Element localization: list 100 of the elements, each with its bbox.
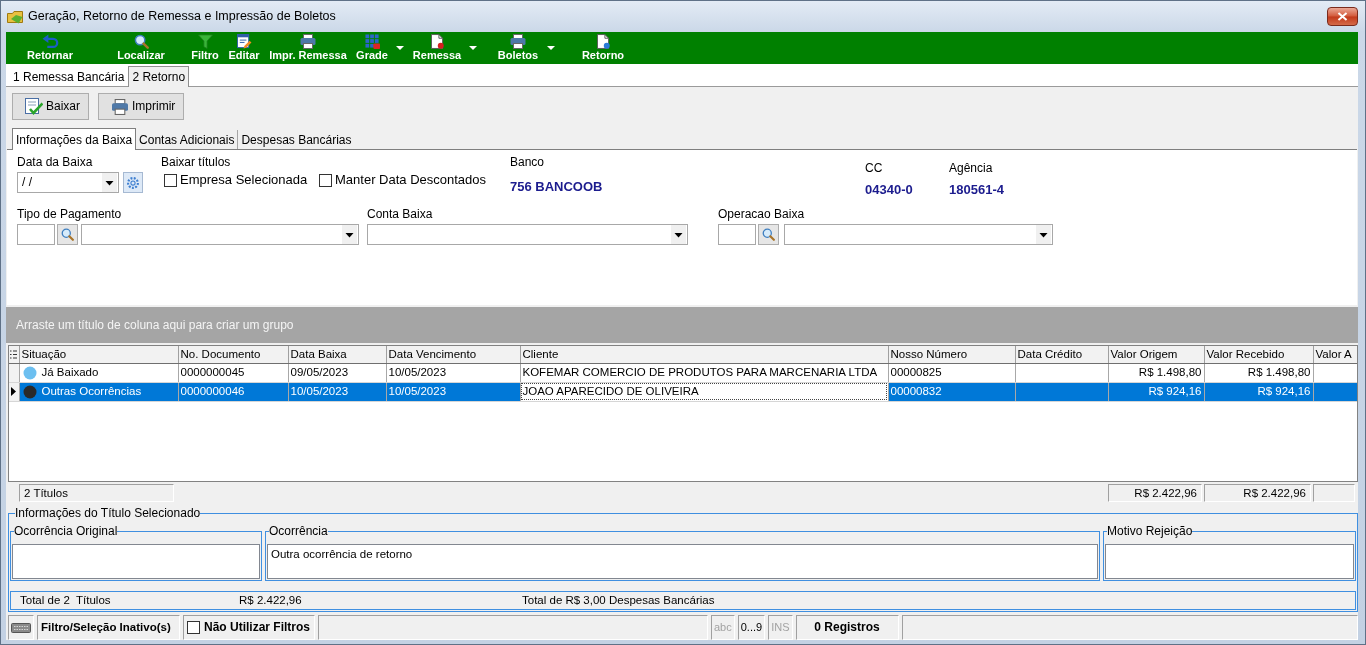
agency-number: 180561-4 [949,182,1004,198]
table-cell: R$ 1.498,80 [1204,363,1313,382]
document-icon [430,34,444,49]
column-header[interactable]: Data Crédito [1015,346,1108,363]
action-button[interactable]: Baixar [12,93,89,120]
field-label: CC [865,160,884,176]
toolbar-button[interactable]: Impr. Remessa [267,32,349,64]
table-cell: 0000000045 [178,363,288,382]
column-header[interactable]: Nosso Número [888,346,1015,363]
group-title: Ocorrência [269,524,328,538]
field-label: Conta Baixa [367,206,434,222]
total-amount-text: R$ 2.422,96 [239,593,303,608]
combo-field[interactable] [81,224,359,245]
row-count: 2 Títulos [19,484,174,502]
search-icon [133,34,149,49]
window-title: Geração, Retorno de Remessa e Impressão de Boletos [28,9,336,24]
search-button[interactable] [57,224,78,245]
record-count: 0 Registros [795,615,899,640]
status-label: Já Baixado [41,365,99,380]
combo-field[interactable] [784,224,1053,245]
toolbar-button[interactable]: Editar [225,32,263,64]
total-count-text: Total de 2 Títulos [20,593,112,608]
printer-icon [510,34,526,49]
date-field[interactable]: / / [17,172,119,193]
column-header[interactable]: No. Documento [178,346,288,363]
table-row[interactable]: Outras Ocorrências 0000000046 10/05/2023 10/05/2023 JOAO APARECIDO DE OLIVEIRA 00000832 R$ 924,16 R$ 924,16 [9,382,1357,401]
group-title: Motivo Rejeição [1107,524,1193,538]
search-button[interactable] [758,224,779,245]
caret-icon [671,225,686,244]
field-label: Operacao Baixa [718,206,806,222]
column-header[interactable]: Cliente [520,346,888,363]
input-field[interactable] [718,224,756,245]
checkbox-label: Manter Data Descontados [335,172,487,188]
action-button[interactable]: Imprimir [98,93,185,120]
input-field[interactable] [17,224,55,245]
table-cell: 09/05/2023 [288,363,386,382]
filter-status: Filtro/Seleção Inativo(s) [37,615,180,640]
column-header[interactable]: Situação [19,346,178,363]
column-total: R$ 2.422,96 [1204,484,1311,502]
mode-indicator: INS [768,615,793,640]
column-header[interactable]: Valor Recebido [1204,346,1313,363]
close-button[interactable] [1327,7,1358,26]
field-label: Agência [949,160,994,176]
edit-document-icon [236,34,252,49]
group-title: Informações do Título Selecionado [15,506,201,520]
field-label: Baixar títulos [161,154,232,170]
tab[interactable]: 2 Retorno [128,66,190,87]
toolbar-button[interactable]: Localizar [106,32,176,64]
checkbox-label: Empresa Selecionada [180,172,308,188]
search-icon [61,228,74,241]
document-icon [596,34,610,49]
settings-button[interactable] [123,172,143,193]
field-label: Banco [510,154,546,170]
table-cell: 10/05/2023 [386,363,520,382]
checkbox[interactable] [187,621,200,634]
memo-field[interactable]: Outra ocorrência de retorno [267,544,1098,579]
column-chooser-icon [10,349,18,359]
table-row[interactable]: Já Baixado 0000000045 09/05/2023 10/05/2023 KOFEMAR COMERCIO DE PRODUTOS PARA MARCENARIA LTDA 00000825 R$ 1.498,80 R$ 1.498,80 [9,363,1357,382]
tab[interactable]: Contas Adicionais [136,130,239,149]
column-header[interactable]: Valor Origem [1108,346,1204,363]
tab[interactable]: Informações da Baixa [12,128,137,150]
table-cell: R$ 1.498,80 [1108,363,1204,382]
footer-cell [1313,484,1355,502]
column-header[interactable]: Valor A [1313,346,1357,363]
printer-icon [111,98,129,115]
column-header[interactable]: Data Vencimento [386,346,520,363]
field-label: Tipo de Pagamento [17,206,123,222]
group-by-hint: Arraste um título de coluna aqui para criar um grupo [16,317,294,333]
caret-icon [342,225,357,244]
close-icon [1337,12,1348,21]
toolbar-button[interactable]: Grade [350,32,406,64]
toolbar-button[interactable]: Retornar [10,32,90,64]
toolbar-button[interactable]: Filtro [187,32,223,64]
checked-document-icon [25,97,43,116]
bank-name: 756 BANCOOB [510,179,604,195]
checkbox[interactable] [319,173,332,187]
caret-icon [1036,225,1051,244]
memo-field[interactable] [1105,544,1354,579]
checkbox[interactable] [164,173,177,187]
table-cell: KOFEMAR COMERCIO DE PRODUTOS PARA MARCENARIA LTDA [520,363,888,382]
keyboard-icon [11,622,31,633]
combo-field[interactable] [367,224,688,245]
toolbar-button[interactable]: Remessa [407,32,479,64]
funnel-icon [197,34,213,49]
field-label: Data da Baixa [17,154,94,170]
column-header[interactable]: Data Baixa [288,346,386,363]
group-title: Ocorrência Original [14,524,118,538]
tab[interactable]: Despesas Bancárias [238,130,355,149]
status-label: Outras Ocorrências [41,384,142,399]
table-cell: 00000825 [888,363,1015,382]
grid-icon [364,34,380,49]
folder-icon [7,8,23,25]
caret-icon [102,173,117,192]
memo-field[interactable] [12,544,260,579]
toolbar-button[interactable]: Boletos [491,32,557,64]
undo-arrow-icon [41,34,59,49]
gear-icon [126,175,140,190]
mode-indicator: abc [711,615,735,640]
toolbar-button[interactable]: Retorno [573,32,633,64]
column-total: R$ 2.422,96 [1108,484,1202,502]
